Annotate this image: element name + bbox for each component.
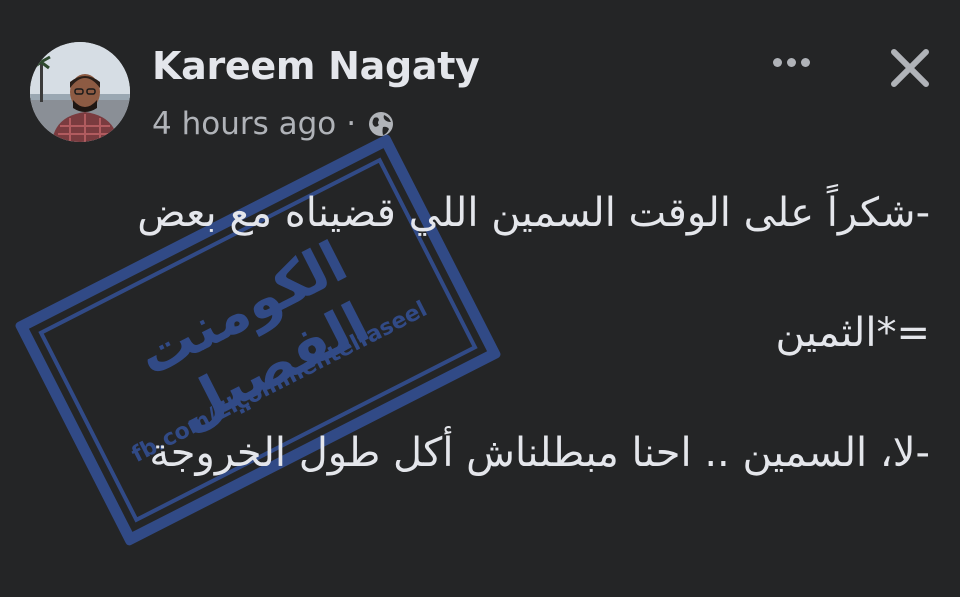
more-dot [800,57,810,67]
post-text-line: -شكراً على الوقت السمين اللي قضيناه مع ب… [137,190,930,236]
avatar-photo [30,42,130,142]
close-icon[interactable] [882,40,938,96]
globe-icon[interactable] [366,109,396,139]
avatar[interactable] [30,42,130,142]
post-meta: 4 hours ago · [152,104,396,144]
more-options-button[interactable] [762,42,820,82]
more-dots-icon [772,57,782,67]
author-name[interactable]: Kareem Nagaty [152,44,480,88]
post-timestamp[interactable]: 4 hours ago [152,106,336,142]
post-header: Kareem Nagaty 4 hours ago · [0,0,960,160]
post-text-line: -لا، السمين .. احنا مبطلناش أكل طول الخر… [149,430,930,476]
meta-separator: · [346,106,357,142]
post-body: -شكراً على الوقت السمين اللي قضيناه مع ب… [0,170,960,570]
more-dot [786,57,796,67]
post-text-line: =*الثمين [775,310,930,356]
